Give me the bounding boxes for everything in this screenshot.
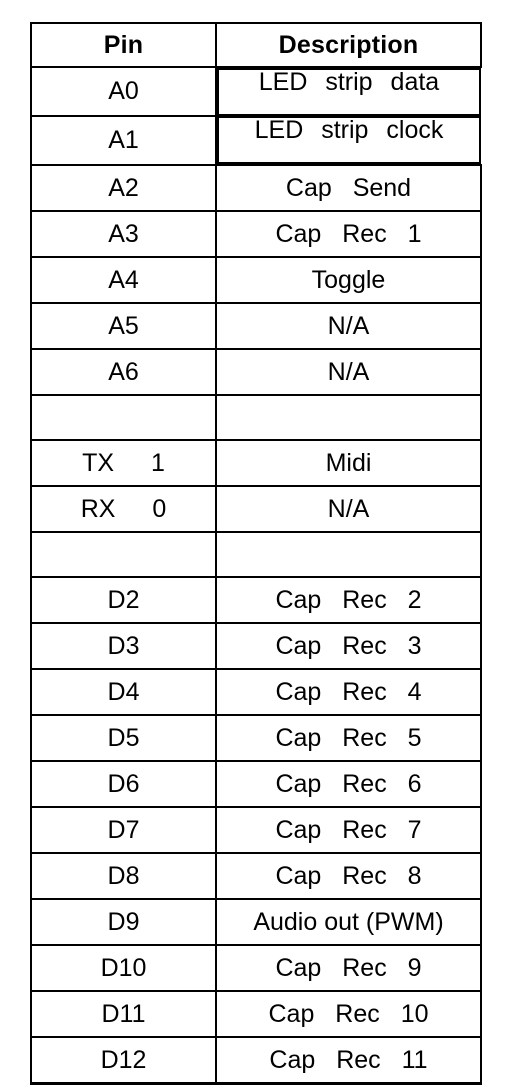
table-row: A0 LED strip data [30,66,481,117]
table-row: D5 Cap Rec 5 [30,714,482,762]
cell-description: Cap Rec 4 [215,668,482,716]
cell-pin: A0 [30,66,217,117]
table-row: A5 N/A [30,302,482,350]
cell-description: Cap Send [215,164,482,212]
table-row: D7 Cap Rec 7 [30,806,482,854]
cell-description [215,394,482,441]
table-row: D4 Cap Rec 4 [30,668,482,716]
table-spacer-row [30,394,482,441]
cell-pin: D12 [30,1036,217,1085]
cell-pin: TX 1 [30,439,217,487]
cell-description: Cap Rec 3 [215,622,482,670]
cell-description: Toggle [215,256,482,304]
table-row: A4 Toggle [30,256,482,304]
table-header: Pin Description [30,22,482,68]
cell-description: Cap Rec 7 [215,806,482,854]
cell-description: N/A [215,348,482,396]
cell-pin: D3 [30,622,217,670]
table-row: A2 Cap Send [30,164,482,212]
table-row: D9 Audio out (PWM) [30,898,482,946]
cell-pin: D7 [30,806,217,854]
table-row: D8 Cap Rec 8 [30,852,482,900]
cell-description: Cap Rec 6 [215,760,482,808]
table-header-row: Pin Description [30,22,482,68]
cell-description: N/A [215,485,482,533]
column-header-pin: Pin [30,22,217,68]
table-row: RX 0 N/A [30,485,482,533]
table-body: A0 LED strip data A1 LED strip clock A2 Cap S… [30,66,482,1085]
table-spacer-row [30,531,482,578]
cell-pin: RX 0 [30,485,217,533]
cell-description: Cap Rec 5 [215,714,482,762]
table-row: A6 N/A [30,348,482,396]
table-row: D11 Cap Rec 10 [30,990,482,1038]
cell-pin: A5 [30,302,217,350]
table-row: D6 Cap Rec 6 [30,760,482,808]
cell-description: Cap Rec 8 [215,852,482,900]
cell-description: Cap Rec 9 [215,944,482,992]
cell-pin [30,394,217,441]
cell-pin: D10 [30,944,217,992]
cell-description: Cap Rec 1 [215,210,482,258]
table-row: D2 Cap Rec 2 [30,576,482,624]
cell-pin: D6 [30,760,217,808]
cell-description: N/A [215,302,482,350]
cell-pin: D5 [30,714,217,762]
cell-description: LED strip data [217,68,481,116]
cell-pin: A4 [30,256,217,304]
cell-description [215,531,482,578]
pin-description-table-container: Pin Description A0 LED strip data A1 LED st… [30,22,482,1085]
cell-pin: A6 [30,348,217,396]
table-row: D3 Cap Rec 3 [30,622,482,670]
table-row: A1 LED strip clock [30,115,481,166]
table-row: D12 Cap Rec 11 [30,1036,482,1085]
table-row: A3 Cap Rec 1 [30,210,482,258]
table-row: TX 1 Midi [30,439,482,487]
cell-pin: D2 [30,576,217,624]
cell-description: Cap Rec 2 [215,576,482,624]
cell-pin: A2 [30,164,217,212]
cell-description: Cap Rec 10 [215,990,482,1038]
cell-pin: D9 [30,898,217,946]
pin-description-table: Pin Description A0 LED strip data A1 LED st… [30,22,482,1085]
cell-pin [30,531,217,578]
cell-description: Audio out (PWM) [215,898,482,946]
cell-description: Midi [215,439,482,487]
cell-pin: D4 [30,668,217,716]
cell-pin: D11 [30,990,217,1038]
column-header-description: Description [215,22,482,68]
table-row: D10 Cap Rec 9 [30,944,482,992]
cell-pin: A3 [30,210,217,258]
cell-pin: A1 [30,115,217,166]
cell-description: Cap Rec 11 [215,1036,482,1085]
cell-pin: D8 [30,852,217,900]
cell-description: LED strip clock [217,116,481,164]
